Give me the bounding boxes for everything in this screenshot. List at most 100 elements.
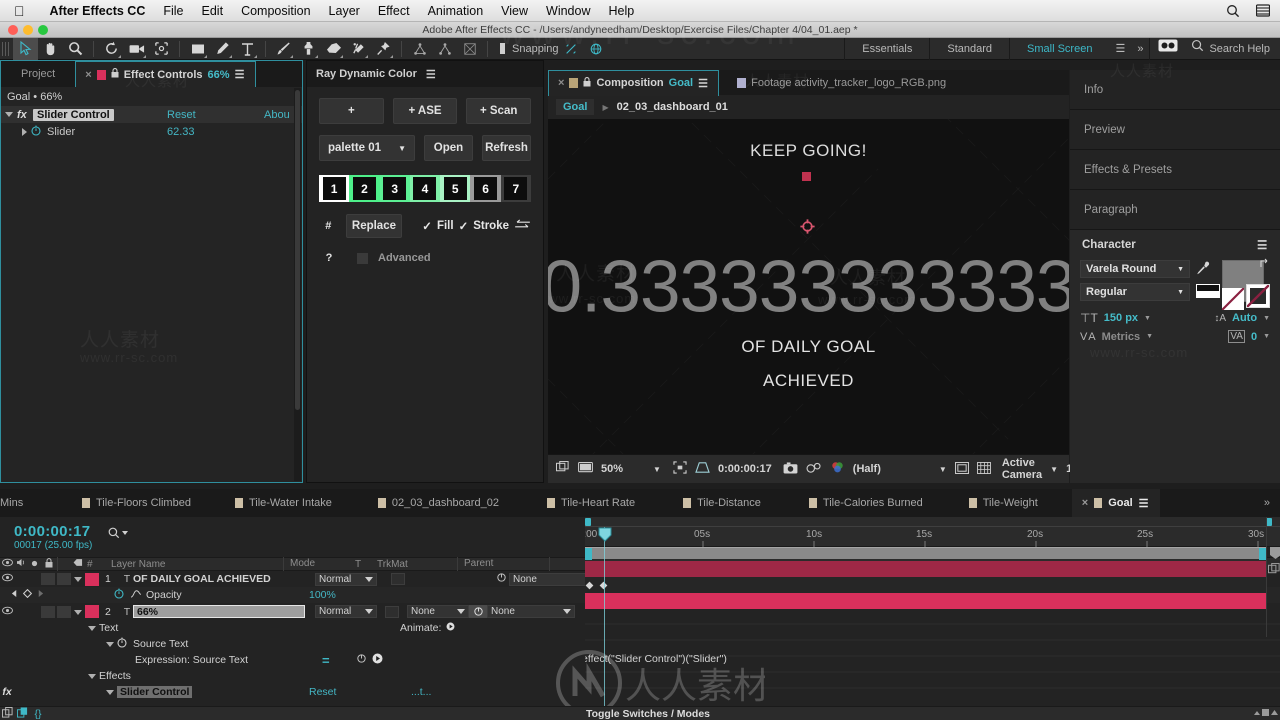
puppet-pin-tool-icon[interactable] (371, 38, 396, 60)
row-eye-toggle[interactable] (0, 573, 14, 585)
menu-item-view[interactable]: View (492, 0, 537, 22)
rdc-replace-button[interactable]: Replace (345, 214, 403, 238)
column-header-layer-name[interactable]: Layer Name (111, 559, 283, 570)
row-layer-name[interactable]: OF DAILY GOAL ACHIEVED (133, 573, 315, 585)
row-layer-name-input[interactable]: 66% (133, 605, 305, 618)
chevron-right-icon[interactable] (22, 127, 27, 136)
rdc-advanced-checkbox[interactable] (357, 252, 368, 264)
swap-fill-stroke-icon[interactable] (1259, 258, 1271, 273)
timeline-tab-mins[interactable]: Mins (0, 489, 72, 517)
lock-icon[interactable] (583, 76, 591, 90)
row-parent-select[interactable]: None (509, 572, 597, 586)
mask-path-icon[interactable] (695, 461, 710, 477)
snap-3d-icon[interactable] (584, 38, 609, 60)
playhead-handle[interactable] (598, 527, 612, 545)
tab-footage-logo[interactable]: Footage activity_tracker_logo_RGB.png (719, 70, 955, 96)
hand-tool-icon[interactable] (38, 38, 63, 60)
row-expression-label[interactable]: Expression: Source Text (135, 654, 248, 666)
work-area-range[interactable] (585, 547, 1266, 560)
menu-item-file[interactable]: File (154, 0, 192, 22)
brush-tool-icon[interactable] (271, 38, 296, 60)
eraser-tool-icon[interactable] (321, 38, 346, 60)
panel-preview[interactable]: Preview (1070, 110, 1280, 150)
menu-item-after-effects[interactable]: After Effects CC (41, 0, 155, 22)
layer-switches-icon[interactable] (0, 706, 14, 720)
menu-item-help[interactable]: Help (600, 0, 644, 22)
chevron-down-icon[interactable]: ▼ (1263, 333, 1270, 340)
expression-pickwhip-icon[interactable] (356, 653, 367, 667)
snapping-toggle[interactable]: Snapping (499, 42, 559, 55)
rdc-swatch-5[interactable]: 5 (440, 175, 471, 202)
timeline-track-area[interactable]: ):00 05s 10s 15s 20s 25s 30s (585, 517, 1280, 706)
transfer-controls-icon[interactable] (14, 706, 30, 720)
panel-menu-icon[interactable]: ☰ (426, 68, 437, 81)
type-tool-icon[interactable] (235, 38, 260, 60)
puppet-overlap-icon[interactable] (432, 38, 457, 60)
row-property-name[interactable]: Opacity (146, 589, 182, 601)
rdc-swatch-1[interactable]: 1 (319, 175, 350, 202)
expression-braces-icon[interactable]: {} (30, 708, 46, 720)
puppet-mesh-icon[interactable] (457, 38, 482, 60)
rdc-swatch-3[interactable]: 3 (379, 175, 410, 202)
timeline-tab-dashboard-02[interactable]: 02_03_dashboard_02 (368, 489, 509, 517)
effect-name[interactable]: Slider Control (33, 108, 114, 121)
effect-about-link[interactable]: Abou (264, 109, 290, 121)
row-mode-select[interactable]: Normal (315, 605, 377, 618)
breadcrumb-root[interactable]: Goal (556, 99, 595, 115)
puppet-starch-icon[interactable] (407, 38, 432, 60)
row-group-name[interactable]: Effects (99, 670, 131, 682)
menu-item-composition[interactable]: Composition (232, 0, 319, 22)
close-icon[interactable]: × (85, 69, 91, 81)
effect-row-slider-control[interactable]: fx Slider Control Reset Abou (1, 106, 302, 123)
timeline-tab-weight[interactable]: Tile-Weight (959, 489, 1048, 517)
search-help-icon[interactable] (1186, 38, 1209, 60)
layer-bar-duplicate-icon[interactable] (1267, 562, 1280, 578)
timeline-tab-heart-rate[interactable]: Tile-Heart Rate (537, 489, 645, 517)
timeline-current-time[interactable]: 0:00:00:17 (14, 523, 108, 540)
work-area-bar[interactable] (585, 517, 1280, 527)
timeline-zoom-slider[interactable] (1250, 707, 1280, 720)
lock-icon[interactable] (111, 68, 119, 81)
workspace-overflow-icon[interactable]: » (1131, 38, 1149, 60)
rdc-swatch-2[interactable]: 2 (349, 175, 380, 202)
leading-value[interactable]: Auto (1232, 312, 1257, 324)
pen-tool-icon[interactable] (210, 38, 235, 60)
apple-icon[interactable]:  (14, 4, 25, 18)
layer-bar-1[interactable] (585, 561, 1266, 577)
swap-arrows-icon[interactable] (514, 219, 531, 233)
channel-icon[interactable] (830, 461, 845, 477)
panel-menu-icon[interactable]: ☰ (235, 68, 246, 81)
parent-pickwhip-icon[interactable] (469, 605, 487, 618)
font-size-value[interactable]: 150 px (1104, 312, 1138, 324)
effect-property-value[interactable]: 62.33 (167, 126, 195, 138)
stopwatch-icon[interactable] (117, 637, 133, 651)
close-icon[interactable]: × (558, 77, 564, 89)
chevron-down-icon[interactable]: ▼ (1146, 333, 1153, 340)
menu-item-layer[interactable]: Layer (320, 0, 369, 22)
show-snapshot-icon[interactable] (806, 462, 822, 477)
tab-composition-goal[interactable]: × Composition Goal ☰ (548, 69, 720, 96)
expression-code[interactable]: effect("Slider Control")("Slider") (585, 653, 727, 665)
timeline-tab-goal[interactable]: × Goal ☰ (1071, 489, 1160, 517)
lock-icon[interactable] (41, 557, 57, 571)
timeline-tab-floors-climbed[interactable]: Tile-Floors Climbed (72, 489, 201, 517)
graph-curve-icon[interactable] (130, 589, 146, 601)
stopwatch-icon[interactable] (31, 125, 47, 139)
effect-row-slider[interactable]: Slider 62.33 (1, 123, 302, 140)
row-expand-toggle[interactable] (85, 670, 99, 682)
snap-align-icon[interactable] (559, 38, 584, 60)
audio-icon[interactable] (14, 558, 28, 570)
expression-language-menu-icon[interactable] (372, 653, 383, 667)
row-expand-toggle[interactable] (103, 686, 117, 698)
next-keyframe-icon[interactable] (34, 589, 46, 601)
workspace-essentials[interactable]: Essentials (845, 38, 929, 60)
effect-controls-scrollbar[interactable] (294, 88, 301, 481)
panel-paragraph[interactable]: Paragraph (1070, 190, 1280, 230)
tracking-value[interactable]: 0 (1251, 331, 1257, 343)
row-effect-name[interactable]: Slider Control (117, 686, 193, 698)
row-group-name[interactable]: Source Text (133, 638, 188, 650)
chevron-down-icon[interactable]: ▼ (1144, 315, 1151, 322)
playhead-line[interactable] (604, 527, 605, 706)
animate-menu-icon[interactable] (446, 622, 455, 634)
rdc-swatch-7[interactable]: 7 (500, 175, 531, 202)
